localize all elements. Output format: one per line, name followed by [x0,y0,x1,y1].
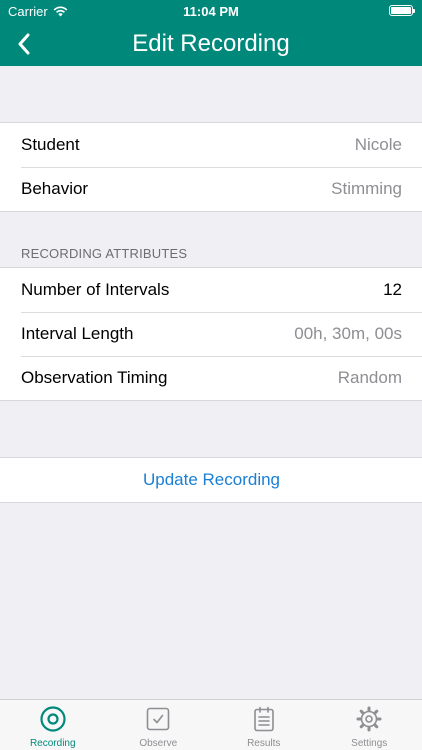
intervals-value: 12 [383,280,402,299]
clipboard-icon [253,706,274,732]
tab-results[interactable]: Results [211,700,317,750]
tab-recording-label: Recording [29,738,76,749]
intervals-row[interactable]: Number of Intervals 12 [0,268,422,312]
intervals-label: Number of Intervals [21,280,170,299]
battery-icon [389,5,415,16]
interval-length-row[interactable]: Interval Length 00h, 30m, 00s [0,312,422,356]
observation-timing-value: Random [337,368,402,387]
target-icon [40,706,66,732]
student-row[interactable]: Student Nicole [0,123,422,167]
behavior-label: Behavior [21,179,89,198]
page-title: Edit Recording [132,30,290,57]
section-header-attributes: RECORDING ATTRIBUTES [21,246,188,261]
tab-settings[interactable]: Settings [317,700,422,750]
navigation-bar: Edit Recording [0,22,422,66]
student-label: Student [21,135,80,154]
behavior-row[interactable]: Behavior Stimming [0,167,422,211]
status-time: 11:04 PM [183,4,239,19]
student-value: Nicole [354,135,402,154]
actions-group: Update Recording [0,457,422,503]
tab-recording[interactable]: Recording [0,700,106,750]
tab-settings-label: Settings [351,738,388,749]
tab-bar: Recording Observe Results Settings [0,699,422,750]
tab-observe-label: Observe [139,738,178,749]
tab-results-label: Results [247,738,281,749]
status-bar: Carrier 11:04 PM [0,0,422,22]
interval-length-label: Interval Length [21,324,134,343]
gear-icon [356,706,382,732]
interval-length-value: 00h, 30m, 00s [294,324,402,343]
observation-timing-label: Observation Timing [21,368,168,387]
observation-timing-row[interactable]: Observation Timing Random [0,356,422,400]
checkbox-icon [146,707,170,731]
tab-observe[interactable]: Observe [106,700,212,750]
attributes-group: Number of Intervals 12 Interval Length 0… [0,267,422,401]
update-recording-button[interactable]: Update Recording [0,458,422,502]
basic-info-group: Student Nicole Behavior Stimming [0,122,422,212]
behavior-value: Stimming [331,179,402,198]
